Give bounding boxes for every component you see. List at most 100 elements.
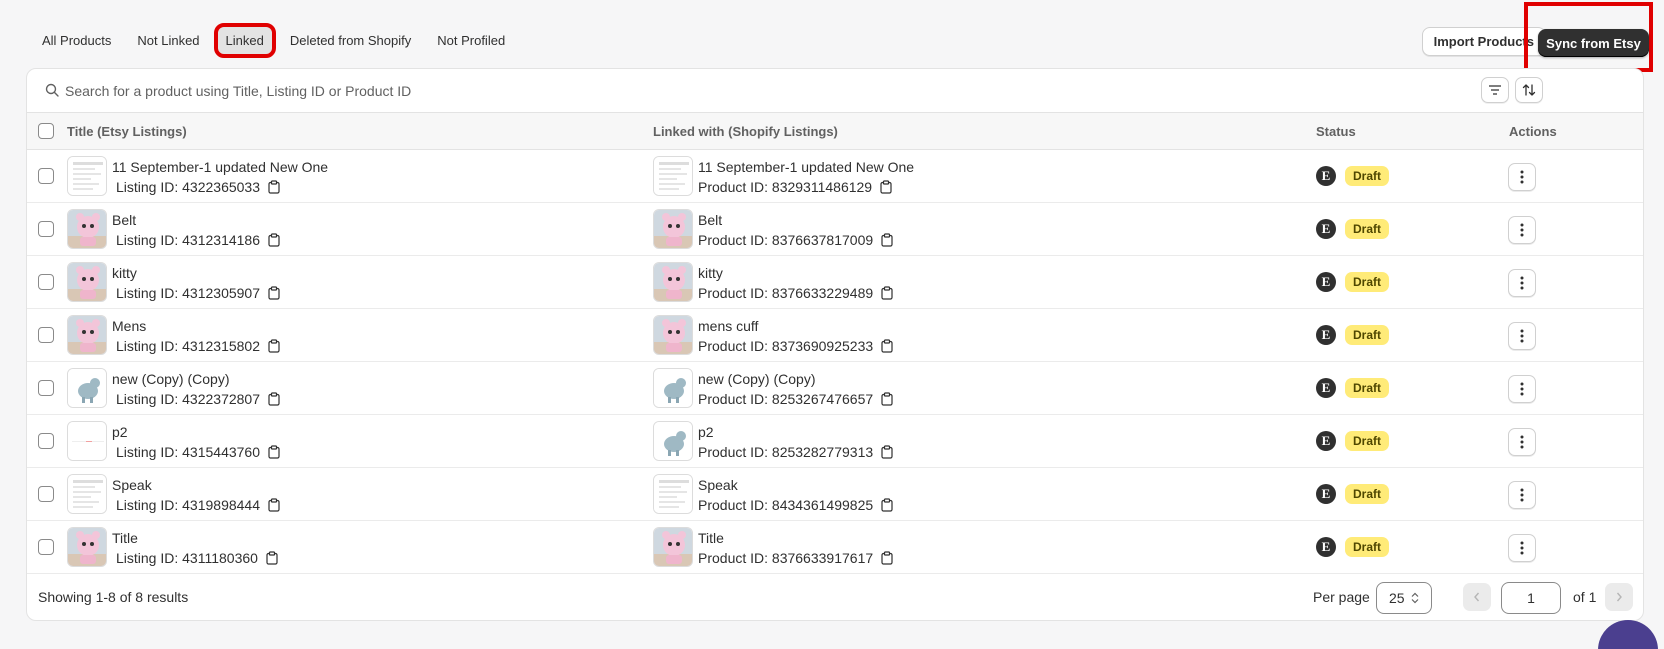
row-actions-button[interactable] [1508,322,1536,350]
status-badge: Draft [1345,378,1390,398]
shopify-product-thumbnail [653,156,693,196]
copy-icon[interactable] [268,445,280,459]
etsy-product-thumbnail [67,421,107,461]
filter-button[interactable] [1481,77,1509,103]
copy-icon[interactable] [268,180,280,194]
etsy-product-thumbnail [67,474,107,514]
table-row[interactable]: Title Listing ID: 4311180360 Title Product … [27,521,1643,574]
column-title[interactable]: Title (Etsy Listings) [67,124,187,139]
etsy-title: 11 September-1 updated New One [112,159,329,175]
copy-icon[interactable] [268,233,280,247]
row-actions-button[interactable] [1508,428,1536,456]
row-actions-button[interactable] [1508,375,1536,403]
row-checkbox[interactable] [38,168,54,184]
product-id: Product ID: 8376633917617 [698,550,874,566]
product-id: Product ID: 8253282779313 [698,444,874,460]
listing-id: Listing ID: 4311180360 [116,550,258,566]
column-status[interactable]: Status [1316,124,1356,139]
table-row[interactable]: new (Copy) (Copy) Listing ID: 4322372807 n… [27,362,1643,415]
row-checkbox[interactable] [38,327,54,343]
shopify-title: p2 [698,424,714,440]
table-row[interactable]: Mens Listing ID: 4312315802 mens cuff Produ… [27,309,1643,362]
select-all-checkbox[interactable] [38,123,54,139]
etsy-title: p2 [112,424,128,440]
tab-not-profiled[interactable]: Not Profiled [429,27,513,54]
copy-icon[interactable] [268,392,280,406]
more-vertical-icon [1520,170,1524,184]
column-linked[interactable]: Linked with (Shopify Listings) [653,124,838,139]
next-page-button[interactable] [1605,583,1633,611]
etsy-title: new (Copy) (Copy) [112,371,230,387]
copy-icon[interactable] [881,392,893,406]
table-row[interactable]: kitty Listing ID: 4312305907 kitty Product … [27,256,1643,309]
row-actions-button[interactable] [1508,269,1536,297]
copy-icon[interactable] [268,286,280,300]
etsy-title: Speak [112,477,152,493]
sort-button[interactable] [1515,77,1543,103]
product-id-line: Product ID: 8373690925233 [698,338,893,354]
table-row[interactable]: Belt Listing ID: 4312314186 Belt Product ID… [27,203,1643,256]
copy-icon[interactable] [881,286,893,300]
copy-icon[interactable] [880,180,892,194]
etsy-logo-icon: E [1316,431,1336,451]
table-row[interactable]: Speak Listing ID: 4319898444 Speak Product … [27,468,1643,521]
row-actions-button[interactable] [1508,216,1536,244]
more-vertical-icon [1520,329,1524,343]
listing-id-line: Listing ID: 4311180360 [116,550,278,566]
per-page-value: 25 [1389,590,1405,606]
shopify-product-thumbnail [653,421,693,461]
row-checkbox[interactable] [38,380,54,396]
copy-icon[interactable] [268,339,280,353]
row-checkbox[interactable] [38,486,54,502]
per-page-select[interactable]: 25 [1376,582,1432,614]
listing-id-line: Listing ID: 4322372807 [116,391,280,407]
more-vertical-icon [1520,382,1524,396]
listing-id: Listing ID: 4312315802 [116,338,260,354]
copy-icon[interactable] [881,551,893,565]
tab-deleted-from-shopify[interactable]: Deleted from Shopify [282,27,419,54]
product-id-line: Product ID: 8376637817009 [698,232,893,248]
status-badge: Draft [1345,325,1390,345]
copy-icon[interactable] [881,233,893,247]
product-id-line: Product ID: 8376633229489 [698,285,893,301]
sync-from-etsy-button[interactable]: Sync from Etsy [1538,29,1649,57]
column-actions: Actions [1509,124,1557,139]
row-actions-button[interactable] [1508,534,1536,562]
listing-id-line: Listing ID: 4312305907 [116,285,280,301]
table-body: 11 September-1 updated New One Listing ID… [27,150,1643,574]
row-checkbox[interactable] [38,274,54,290]
prev-page-button[interactable] [1463,583,1491,611]
tab-all-products[interactable]: All Products [34,27,119,54]
page-number-input[interactable]: 1 [1501,582,1561,614]
status-badge: Draft [1345,537,1390,557]
page-total: of 1 [1573,589,1597,605]
row-checkbox[interactable] [38,539,54,555]
search-input[interactable] [65,79,965,103]
table-row[interactable]: p2 Listing ID: 4315443760 p2 Product ID: 82… [27,415,1643,468]
shopify-title: Speak [698,477,738,493]
row-actions-button[interactable] [1508,163,1536,191]
row-checkbox[interactable] [38,221,54,237]
copy-icon[interactable] [266,551,278,565]
status-badge: Draft [1345,484,1390,504]
shopify-title: 11 September-1 updated New One [698,159,915,175]
copy-icon[interactable] [881,339,893,353]
tab-not-linked[interactable]: Not Linked [129,27,207,54]
row-checkbox[interactable] [38,433,54,449]
listing-id-line: Listing ID: 4312314186 [116,232,280,248]
table-row[interactable]: 11 September-1 updated New One Listing ID… [27,150,1643,203]
listing-id: Listing ID: 4322372807 [116,391,260,407]
chat-widget-button[interactable] [1598,620,1658,649]
listing-id: Listing ID: 4315443760 [116,444,260,460]
copy-icon[interactable] [881,498,893,512]
etsy-logo-icon: E [1316,272,1336,292]
listing-id: Listing ID: 4312305907 [116,285,260,301]
copy-icon[interactable] [881,445,893,459]
tab-linked[interactable]: Linked [213,23,276,58]
product-id: Product ID: 8376637817009 [698,232,874,248]
shopify-title: mens cuff [698,318,759,334]
copy-icon[interactable] [268,498,280,512]
row-actions-button[interactable] [1508,481,1536,509]
more-vertical-icon [1520,276,1524,290]
shopify-product-thumbnail [653,262,693,302]
